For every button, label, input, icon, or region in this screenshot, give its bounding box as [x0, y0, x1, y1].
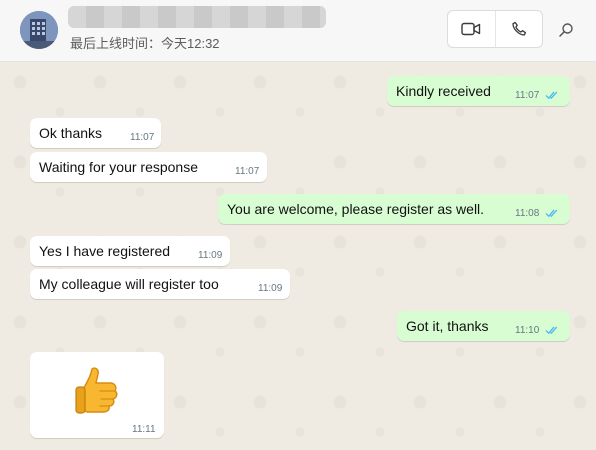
message-bubble-incoming[interactable]: My colleague will register too 11:09 — [30, 269, 290, 299]
message-time: 11:10 — [515, 325, 540, 336]
thumbs-up-icon — [75, 367, 118, 414]
building-photo-icon — [20, 11, 58, 49]
phone-icon — [512, 21, 526, 36]
avatar[interactable] — [20, 11, 58, 49]
double-check-read-icon — [545, 326, 558, 335]
message-text: Got it, thanks — [406, 318, 489, 334]
message-bubble-incoming[interactable]: Waiting for your response 11:07 — [30, 152, 267, 182]
message-time: 11:11 — [132, 424, 156, 435]
message-text: Kindly received — [396, 83, 491, 99]
message-text: My colleague will register too — [39, 276, 219, 292]
chat-header: ███████████████ 最后上线时间：今天12:32 — [0, 0, 596, 62]
double-check-read-icon — [545, 209, 558, 218]
message-time: 11:07 — [515, 90, 540, 101]
message-text: Yes I have registered — [39, 243, 171, 259]
message-text: Waiting for your response — [39, 159, 198, 175]
search-icon — [559, 23, 573, 37]
message-time: 11:08 — [515, 208, 540, 219]
message-bubble-incoming[interactable]: Yes I have registered 11:09 — [30, 236, 230, 266]
message-time: 11:07 — [235, 166, 260, 177]
contact-name[interactable]: ███████████████ — [68, 6, 326, 28]
message-time: 11:09 — [258, 283, 283, 294]
message-text: Ok thanks — [39, 125, 103, 141]
double-check-read-icon — [545, 91, 558, 100]
message-bubble-outgoing[interactable]: You are welcome, please register as well… — [218, 194, 570, 224]
message-bubble-incoming[interactable]: Ok thanks 11:07 — [30, 118, 161, 148]
call-button-group — [447, 10, 543, 48]
message-time: 11:09 — [198, 250, 223, 261]
message-bubble-outgoing[interactable]: Kindly received 11:07 — [387, 76, 570, 106]
message-text: You are welcome, please register as well… — [227, 201, 485, 217]
message-time: 11:07 — [130, 132, 155, 143]
last-seen-status: 最后上线时间：今天12:32 — [70, 36, 220, 51]
search-button[interactable] — [553, 17, 579, 43]
voice-call-button[interactable] — [494, 11, 543, 47]
message-bubble-outgoing[interactable]: Got it, thanks 11:10 — [397, 311, 570, 341]
video-camera-icon — [461, 22, 481, 36]
message-bubble-emoji[interactable]: 11:11 — [30, 352, 164, 438]
video-call-button[interactable] — [448, 11, 495, 47]
